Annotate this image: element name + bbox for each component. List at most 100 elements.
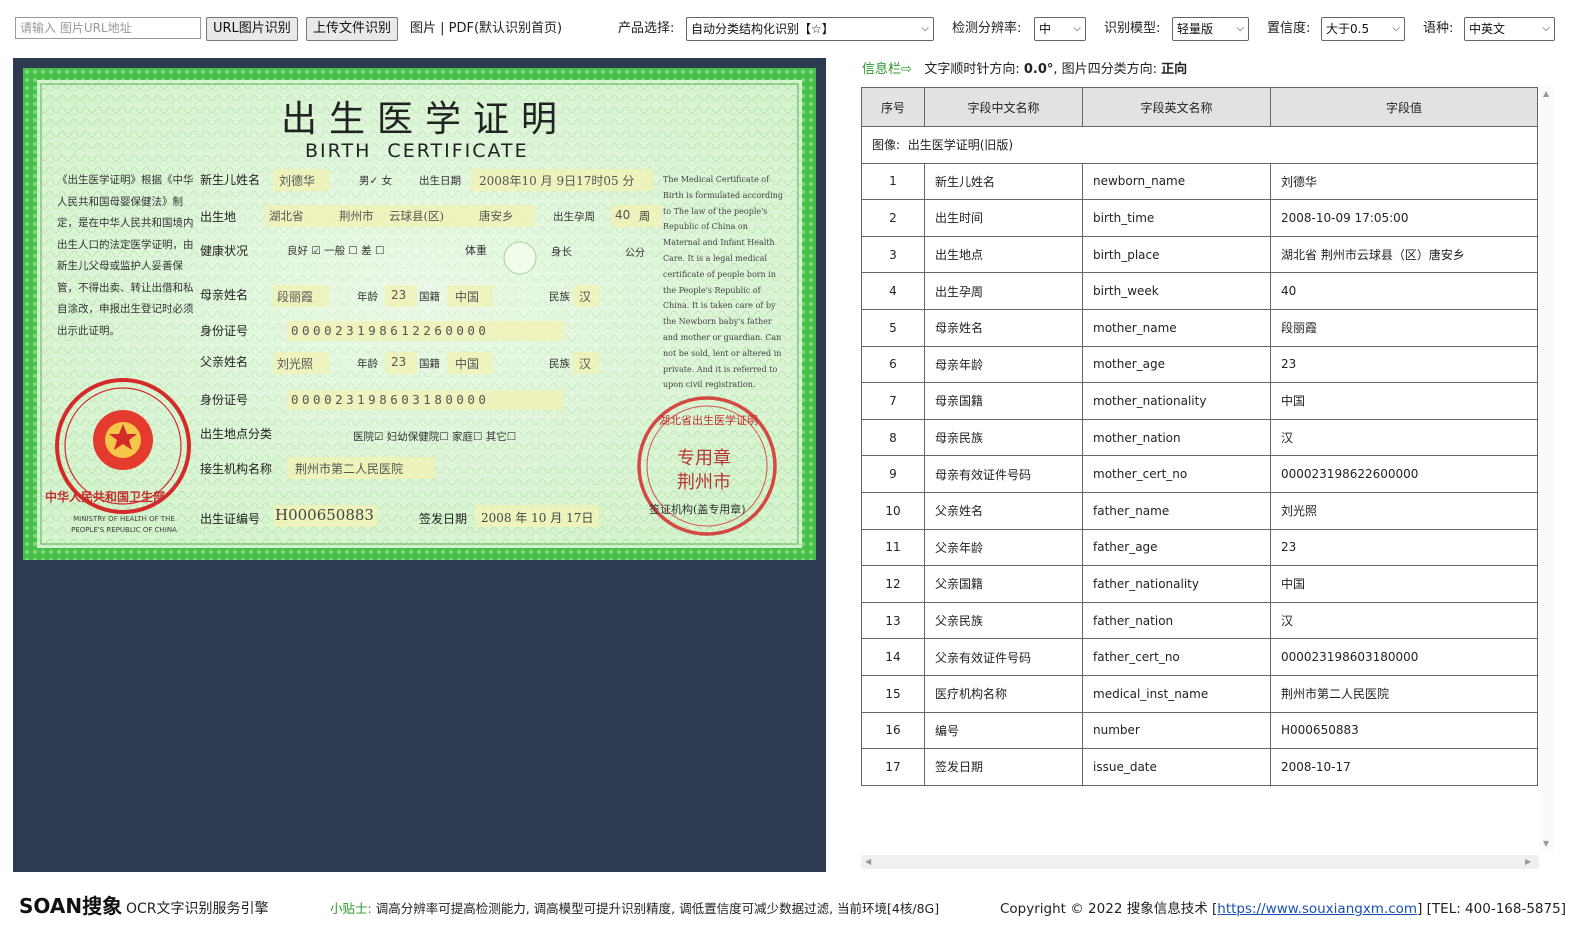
row-cn-name: 出生地点 xyxy=(924,235,1083,274)
issue-label: 签发日期 xyxy=(419,512,468,526)
newborn-name: 刘德华 xyxy=(279,174,316,188)
row-cn-name: 医疗机构名称 xyxy=(924,674,1083,713)
height-label: 身长 xyxy=(551,246,572,258)
tip-label: 小贴士: xyxy=(330,901,372,916)
table-row: 6 母亲年龄 mother_age 23 xyxy=(861,345,1538,384)
scroll-up-icon[interactable]: ▲ xyxy=(1543,89,1549,98)
gestation-unit: 周 xyxy=(639,210,650,223)
row-en-name: mother_nationality xyxy=(1082,382,1271,420)
row-cn-name: 母亲民族 xyxy=(924,418,1083,457)
image-type-value: 出生医学证明(旧版) xyxy=(907,138,1014,153)
brand-logo: SOAN搜象 xyxy=(19,890,122,919)
image-type-label: 图像: xyxy=(872,138,901,153)
results-table-container: 序号 字段中文名称 字段英文名称 字段值 图像: 出生医学证明(旧版) 1 新生儿… xyxy=(861,87,1539,786)
copyright-prefix: Copyright © 2022 搜象信息技术 [ xyxy=(1000,901,1218,917)
row-index: 8 xyxy=(861,418,925,457)
row-value: 中国 xyxy=(1270,382,1538,420)
row-en-name: medical_inst_name xyxy=(1082,674,1271,713)
confidence-select-value: 大于0.5 xyxy=(1326,22,1370,36)
mother-age: 23 xyxy=(391,288,407,302)
row-index: 17 xyxy=(861,748,925,786)
row-index: 15 xyxy=(861,674,925,713)
footer: SOAN搜象 OCR文字识别服务引擎 小贴士: 调高分辨率可提高检测能力, 调高… xyxy=(0,880,1582,930)
gestation-label: 出生孕周 xyxy=(553,211,595,223)
header-cn-name: 字段中文名称 xyxy=(924,87,1083,127)
father-ethnic-label: 民族 xyxy=(549,358,570,370)
logo-text-b: 搜象 xyxy=(82,894,123,918)
chevron-down-icon: ⌵ xyxy=(1073,23,1081,34)
row-value: 湖北省 荆州市云球县（区）唐安乡 xyxy=(1270,235,1538,274)
scroll-down-icon[interactable]: ▼ xyxy=(1543,839,1549,848)
row-en-name: mother_cert_no xyxy=(1082,455,1271,493)
chevron-down-icon: ⌵ xyxy=(1392,23,1400,34)
issue-date: 2008 年 10 月 17日 xyxy=(481,511,594,525)
row-en-name: mother_nation xyxy=(1082,418,1271,457)
row-en-name: birth_place xyxy=(1082,235,1271,274)
row-en-name: mother_name xyxy=(1082,308,1271,347)
row-cn-name: 父亲年龄 xyxy=(924,528,1083,567)
row-value: 刘光照 xyxy=(1270,491,1538,530)
language-label: 语种: xyxy=(1423,21,1454,36)
place-type-label: 出生地点分类 xyxy=(200,427,273,441)
row-index: 16 xyxy=(861,711,925,750)
township: 唐安乡 xyxy=(479,209,514,223)
resolution-select-value: 中 xyxy=(1039,22,1052,36)
father-age-label: 年龄 xyxy=(357,358,378,370)
language-select[interactable]: 中英文 ⌵ xyxy=(1464,17,1555,41)
row-value: 荆州市第二人民医院 xyxy=(1270,674,1538,713)
table-row: 4 出生孕周 birth_week 40 xyxy=(861,272,1538,310)
scroll-right-icon[interactable]: ▶ xyxy=(1525,857,1531,866)
model-label: 识别模型: xyxy=(1104,21,1161,36)
row-en-name: birth_time xyxy=(1082,199,1271,237)
row-cn-name: 母亲有效证件号码 xyxy=(924,455,1083,493)
row-value: 23 xyxy=(1270,345,1538,384)
table-row: 7 母亲国籍 mother_nationality 中国 xyxy=(861,382,1538,420)
scroll-left-icon[interactable]: ◀ xyxy=(865,857,871,866)
county: 云球县(区) xyxy=(389,209,444,223)
father-label: 父亲姓名 xyxy=(200,355,249,369)
upload-file-button[interactable]: 上传文件识别 xyxy=(306,17,399,41)
height-unit: 公分 xyxy=(625,248,645,259)
table-row: 12 父亲国籍 father_nationality 中国 xyxy=(861,565,1538,603)
table-row: 2 出生时间 birth_time 2008-10-09 17:05:00 xyxy=(861,199,1538,237)
row-cn-name: 出生时间 xyxy=(924,199,1083,237)
product-select[interactable]: 自动分类结构化识别【☆】 ⌵ xyxy=(686,17,934,41)
row-en-name: birth_week xyxy=(1082,272,1271,310)
row-en-name: issue_date xyxy=(1082,748,1271,786)
row-cn-name: 母亲国籍 xyxy=(924,382,1083,420)
row-index: 6 xyxy=(861,345,925,384)
health-label: 健康状况 xyxy=(200,244,249,258)
row-en-name: newborn_name xyxy=(1082,162,1271,201)
seal-left-text: 中华人民共和国卫生部 xyxy=(45,490,166,504)
website-link[interactable]: https://www.souxiangxm.com xyxy=(1217,901,1417,917)
table-row: 14 父亲有效证件号码 father_cert_no 0000231986031800… xyxy=(861,638,1538,676)
tip: 小贴士: 调高分辨率可提高检测能力, 调高模型可提升识别精度, 调低置信度可减少… xyxy=(330,898,939,917)
chevron-down-icon: ⌵ xyxy=(921,23,929,34)
row-value: 汉 xyxy=(1270,418,1538,457)
orientation-text: , 图片四分类方向: xyxy=(1053,62,1158,77)
table-row: 11 父亲年龄 father_age 23 xyxy=(861,528,1538,567)
url-recognize-button[interactable]: URL图片识别 xyxy=(206,17,298,41)
table-row: 3 出生地点 birth_place 湖北省 荆州市云球县（区）唐安乡 xyxy=(861,235,1538,274)
confidence-select[interactable]: 大于0.5 ⌵ xyxy=(1321,17,1405,41)
image-preview-panel: 出生医学证明 BIRTH CERTIFICATE 《出生医学证明》根据《中华人民… xyxy=(13,58,826,872)
row-en-name: father_nation xyxy=(1082,601,1271,640)
resolution-select[interactable]: 中 ⌵ xyxy=(1034,17,1086,41)
header-index: 序号 xyxy=(861,87,925,127)
table-row: 1 新生儿姓名 newborn_name 刘德华 xyxy=(861,162,1538,201)
vertical-scrollbar[interactable]: ▲ ▼ xyxy=(1540,87,1554,852)
horizontal-scrollbar[interactable]: ◀ ▶ xyxy=(861,855,1539,869)
row-cn-name: 编号 xyxy=(924,711,1083,750)
cert-title-en: BIRTH CERTIFICATE xyxy=(305,140,529,162)
birth-date: 2008年10 月 9日17时05 分 xyxy=(479,174,635,188)
mother-nationality-label: 国籍 xyxy=(419,291,440,303)
tip-text: 调高分辨率可提高检测能力, 调高模型可提升识别精度, 调低置信度可减少数据过滤,… xyxy=(375,901,940,916)
mother-label: 母亲姓名 xyxy=(200,288,249,302)
row-index: 1 xyxy=(861,162,925,201)
mother-age-label: 年龄 xyxy=(357,291,378,303)
language-select-value: 中英文 xyxy=(1469,22,1506,36)
url-input[interactable] xyxy=(15,17,201,39)
table-row: 16 编号 number H000650883 xyxy=(861,711,1538,750)
model-select[interactable]: 轻量版 ⌵ xyxy=(1172,17,1249,41)
row-cn-name: 出生孕周 xyxy=(924,272,1083,310)
